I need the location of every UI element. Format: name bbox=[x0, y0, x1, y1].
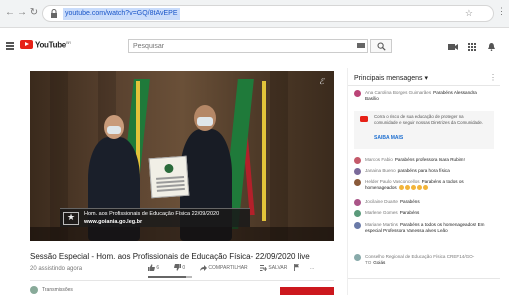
divider bbox=[348, 278, 500, 279]
wall-panel bbox=[270, 71, 288, 241]
certificate bbox=[148, 155, 190, 199]
community-guidelines-notice: Corra o risco de sua educação de protege… bbox=[354, 111, 494, 149]
channel-avatar[interactable] bbox=[30, 286, 38, 294]
youtube-logo-icon bbox=[360, 116, 368, 122]
channel-row: Transmissões bbox=[30, 286, 334, 295]
browser-toolbar: ← → ↻ youtube.com/watch?v=GQ/8tAvEPE ☆ ⋮ bbox=[0, 0, 509, 28]
youtube-wordmark[interactable]: YouTubeBR bbox=[35, 40, 71, 50]
lock-icon bbox=[51, 9, 57, 18]
face-mask bbox=[107, 126, 121, 134]
keyboard-icon[interactable] bbox=[357, 43, 365, 48]
chat-text: Goiás bbox=[373, 260, 386, 265]
avatar[interactable] bbox=[354, 254, 361, 261]
chat-text: Parabéns bbox=[399, 210, 420, 215]
chat-author[interactable]: Ana Carolina Borges Guimarães bbox=[365, 90, 431, 95]
thumbs-up-icon bbox=[148, 264, 155, 272]
chat-author[interactable]: Helder Paulo Vasconcellos bbox=[365, 179, 420, 184]
chat-author[interactable]: Marcos Fabio bbox=[365, 157, 393, 162]
search-icon bbox=[377, 42, 386, 51]
flag-button[interactable] bbox=[294, 264, 299, 274]
back-arrow-icon[interactable]: ← bbox=[4, 7, 16, 19]
like-ratio-bar bbox=[148, 276, 192, 278]
forward-arrow-icon[interactable]: → bbox=[16, 7, 28, 19]
save-label: SALVAR bbox=[268, 265, 288, 271]
reload-icon[interactable]: ↻ bbox=[28, 7, 40, 19]
divider bbox=[348, 85, 500, 86]
add-to-playlist-icon bbox=[260, 264, 268, 271]
lower-third-title: Hom. aos Profissionais de Educação Físic… bbox=[84, 211, 220, 217]
chat-author[interactable]: Marlene Gomes bbox=[365, 210, 398, 215]
video-floor bbox=[30, 227, 334, 241]
bookmark-star-icon[interactable]: ☆ bbox=[465, 8, 473, 19]
share-label: COMPARTILHAR bbox=[208, 265, 248, 271]
search-input[interactable] bbox=[128, 39, 368, 53]
learn-more-link[interactable]: SAIBA MAIS bbox=[374, 135, 403, 141]
clap-emoji-icon bbox=[422, 185, 428, 191]
search-button[interactable] bbox=[370, 39, 392, 53]
browser-menu-icon[interactable]: ⋮ bbox=[497, 6, 506, 17]
live-chat-panel: Principais mensagens ▾ ⋮ Ana Carolina Bo… bbox=[347, 68, 500, 295]
channel-watermark: ℰ bbox=[319, 77, 324, 86]
chat-header-dropdown[interactable]: Principais mensagens ▾ bbox=[354, 74, 428, 82]
create-video-icon[interactable] bbox=[448, 43, 458, 51]
video-title: Sessão Especial - Hom. aos Profissionais… bbox=[30, 252, 310, 261]
clap-emoji-icon bbox=[404, 185, 410, 191]
divider bbox=[30, 280, 334, 281]
avatar[interactable] bbox=[354, 90, 361, 97]
chat-author[interactable]: Mariane Martins bbox=[365, 222, 398, 227]
url-text[interactable]: youtube.com/watch?v=GQ/8tAvEPE bbox=[63, 8, 180, 20]
menu-icon[interactable] bbox=[6, 42, 14, 50]
like-count: 6 bbox=[156, 265, 160, 271]
dislike-button[interactable]: 0 bbox=[174, 264, 185, 274]
lower-third-url: www.goiania.go.leg.br bbox=[84, 219, 143, 225]
avatar[interactable] bbox=[354, 157, 361, 164]
avatar[interactable] bbox=[354, 179, 361, 186]
clap-emoji-icon bbox=[416, 185, 422, 191]
lower-third-banner: Hom. aos Profissionais de Educação Físic… bbox=[60, 208, 250, 227]
face-mask bbox=[197, 117, 213, 126]
notice-text: Corra o risco de sua educação de protege… bbox=[374, 114, 484, 125]
apps-grid-icon[interactable] bbox=[468, 43, 476, 51]
share-icon bbox=[200, 264, 207, 271]
chevron-down-icon: ▾ bbox=[424, 75, 428, 82]
chat-text: parabéns para hora física bbox=[397, 168, 450, 173]
chat-more-options-icon[interactable]: ⋮ bbox=[489, 73, 497, 82]
avatar[interactable] bbox=[354, 168, 361, 175]
chat-text: Parabéns professora Isara Rubim! bbox=[394, 157, 465, 162]
avatar[interactable] bbox=[354, 222, 361, 229]
dislike-count: 0 bbox=[182, 265, 186, 271]
camara-logo-icon bbox=[63, 212, 79, 225]
chat-author[interactable]: Jocilaine Duarte bbox=[365, 199, 398, 204]
notifications-icon[interactable] bbox=[488, 43, 495, 51]
youtube-header: YouTubeBR bbox=[0, 30, 509, 62]
chat-author[interactable]: Janaina Bueno bbox=[365, 168, 396, 173]
chat-header-label: Principais mensagens bbox=[354, 75, 423, 82]
save-button[interactable]: SALVAR bbox=[260, 264, 287, 274]
like-button[interactable]: 6 bbox=[148, 264, 159, 274]
clap-emoji-icon bbox=[398, 185, 404, 191]
share-button[interactable]: COMPARTILHAR bbox=[200, 264, 248, 274]
video-player[interactable]: ℰ Hom. aos Profissionais de Educação Fís… bbox=[30, 71, 334, 241]
flag-stripe bbox=[262, 81, 266, 221]
address-bar[interactable]: youtube.com/watch?v=GQ/8tAvEPE ☆ bbox=[42, 5, 494, 22]
clap-emoji-icon bbox=[410, 185, 416, 191]
flag-icon bbox=[294, 264, 299, 272]
avatar[interactable] bbox=[354, 199, 361, 206]
subscribe-button[interactable] bbox=[280, 287, 334, 295]
channel-name[interactable]: Transmissões bbox=[42, 287, 73, 293]
avatar[interactable] bbox=[354, 210, 361, 217]
youtube-logo-icon[interactable] bbox=[20, 40, 33, 49]
live-viewers-count: 20 assistindo agora bbox=[30, 266, 83, 272]
thumbs-down-icon bbox=[174, 264, 181, 271]
more-actions-button[interactable]: ... bbox=[310, 264, 314, 274]
chat-text: Parabéns bbox=[399, 199, 420, 204]
